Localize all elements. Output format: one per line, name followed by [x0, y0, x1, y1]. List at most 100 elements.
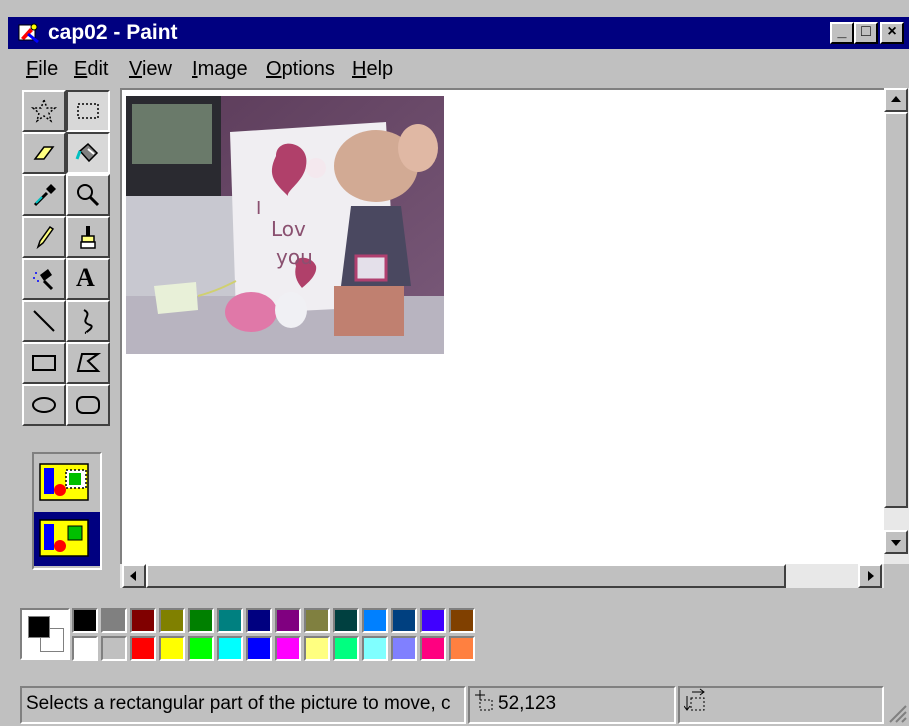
transparent-selection-option[interactable]: [34, 512, 100, 566]
palette-color-swatch[interactable]: [275, 608, 301, 633]
palette-color-swatch[interactable]: [420, 608, 446, 633]
pencil-icon: [36, 225, 55, 250]
palette-color-swatch[interactable]: [101, 636, 127, 661]
rectangle-icon: [32, 355, 56, 371]
palette-color-swatch[interactable]: [188, 608, 214, 633]
palette-color-swatch[interactable]: [159, 608, 185, 633]
palette-color-swatch[interactable]: [246, 636, 272, 661]
maximize-icon: □: [861, 23, 871, 40]
tool-pencil[interactable]: [22, 216, 66, 258]
palette-color-swatch[interactable]: [188, 636, 214, 661]
minimize-button[interactable]: _: [830, 22, 854, 44]
cursor-position-icon: [475, 690, 493, 711]
paint-window: cap02 - Paint _ □ × File Edit View Image…: [0, 0, 909, 726]
palette-color-swatch[interactable]: [304, 636, 330, 661]
minimize-icon: _: [837, 23, 847, 40]
palette-color-swatch[interactable]: [304, 608, 330, 633]
title-bar[interactable]: cap02 - Paint _ □ ×: [8, 17, 909, 49]
arrow-right-icon: [868, 571, 874, 581]
horizontal-scroll-thumb[interactable]: [146, 564, 786, 588]
palette-color-swatch[interactable]: [420, 636, 446, 661]
rect-select-icon: [77, 103, 99, 119]
palette-color-swatch[interactable]: [101, 608, 127, 633]
tool-ellipse[interactable]: [22, 384, 66, 426]
paint-bucket-icon: [75, 142, 99, 163]
tool-rounded-rectangle[interactable]: [66, 384, 110, 426]
airbrush-icon: [33, 269, 54, 291]
palette-color-swatch[interactable]: [217, 636, 243, 661]
palette-color-swatch[interactable]: [362, 636, 388, 661]
palette-color-swatch[interactable]: [130, 636, 156, 661]
tool-airbrush[interactable]: [22, 258, 66, 300]
menu-bar: File Edit View Image Options Help: [8, 50, 909, 88]
palette-color-swatch[interactable]: [449, 608, 475, 633]
palette-color-swatch[interactable]: [391, 636, 417, 661]
tool-line[interactable]: [22, 300, 66, 342]
arrow-left-icon: [130, 571, 136, 581]
tool-text[interactable]: A: [66, 258, 110, 300]
resize-grip-icon[interactable]: [886, 702, 908, 724]
palette-color-swatch[interactable]: [130, 608, 156, 633]
svg-text:I: I: [256, 198, 261, 219]
close-icon: ×: [887, 23, 897, 40]
palette-color-swatch[interactable]: [333, 608, 359, 633]
menu-help[interactable]: Help: [352, 57, 393, 81]
menu-underline-hints: [8, 50, 128, 52]
palette-color-swatch[interactable]: [217, 608, 243, 633]
tool-curve[interactable]: [66, 300, 110, 342]
polygon-icon: [76, 353, 102, 372]
svg-text:Lov: Lov: [271, 217, 306, 241]
palette-color-swatch[interactable]: [159, 636, 185, 661]
scroll-right-button[interactable]: [858, 564, 882, 588]
palette-color-swatch[interactable]: [72, 636, 98, 661]
cursor-coordinates: 52,123: [498, 693, 557, 714]
color-palette: [12, 596, 909, 674]
tool-polygon[interactable]: [66, 342, 110, 384]
menu-edit[interactable]: Edit: [74, 57, 108, 81]
tool-magnifier[interactable]: [66, 174, 110, 216]
scroll-up-button[interactable]: [884, 88, 908, 112]
magnifier-icon: [77, 184, 100, 207]
transparent-selection-icon: [39, 519, 89, 557]
opaque-selection-option[interactable]: [36, 458, 98, 508]
curve-icon: [83, 309, 93, 334]
palette-color-swatch[interactable]: [275, 636, 301, 661]
menu-file[interactable]: File: [26, 57, 58, 81]
tool-pick-color[interactable]: [22, 174, 66, 216]
tool-rectangle[interactable]: [22, 342, 66, 384]
drawing-canvas[interactable]: I Lov you: [120, 88, 884, 566]
palette-color-swatch[interactable]: [391, 608, 417, 633]
scroll-corner: [884, 564, 909, 588]
vertical-scrollbar[interactable]: [884, 88, 909, 566]
foreground-color-swatch[interactable]: [28, 616, 50, 638]
scroll-left-button[interactable]: [122, 564, 146, 588]
tool-free-form-select[interactable]: [22, 90, 66, 132]
horizontal-scrollbar[interactable]: [120, 564, 884, 588]
palette-color-swatch[interactable]: [246, 608, 272, 633]
menu-options[interactable]: Options: [266, 57, 335, 81]
menu-image[interactable]: Image: [192, 57, 248, 81]
close-button[interactable]: ×: [880, 22, 904, 44]
arrow-down-icon: [891, 540, 901, 546]
palette-color-swatch[interactable]: [72, 608, 98, 633]
palette-color-swatch[interactable]: [333, 636, 359, 661]
tool-select[interactable]: [66, 90, 110, 132]
opaque-selection-icon: [39, 463, 89, 501]
scroll-down-button[interactable]: [884, 530, 908, 554]
status-message: Selects a rectangular part of the pictur…: [20, 686, 466, 724]
menu-view[interactable]: View: [129, 57, 172, 81]
svg-text:you: you: [276, 245, 313, 269]
tool-eraser[interactable]: [22, 132, 66, 174]
maximize-button[interactable]: □: [854, 22, 878, 44]
arrow-up-icon: [891, 96, 901, 102]
line-icon: [33, 310, 55, 332]
star-select-icon: [30, 97, 58, 123]
palette-color-swatch[interactable]: [362, 608, 388, 633]
current-colors[interactable]: [20, 608, 70, 660]
palette-color-swatch[interactable]: [449, 636, 475, 661]
tool-fill-with-color[interactable]: [66, 132, 110, 174]
vertical-scroll-thumb[interactable]: [884, 112, 908, 508]
tool-brush[interactable]: [66, 216, 110, 258]
ellipse-icon: [32, 397, 56, 413]
status-size-panel: [678, 686, 884, 724]
